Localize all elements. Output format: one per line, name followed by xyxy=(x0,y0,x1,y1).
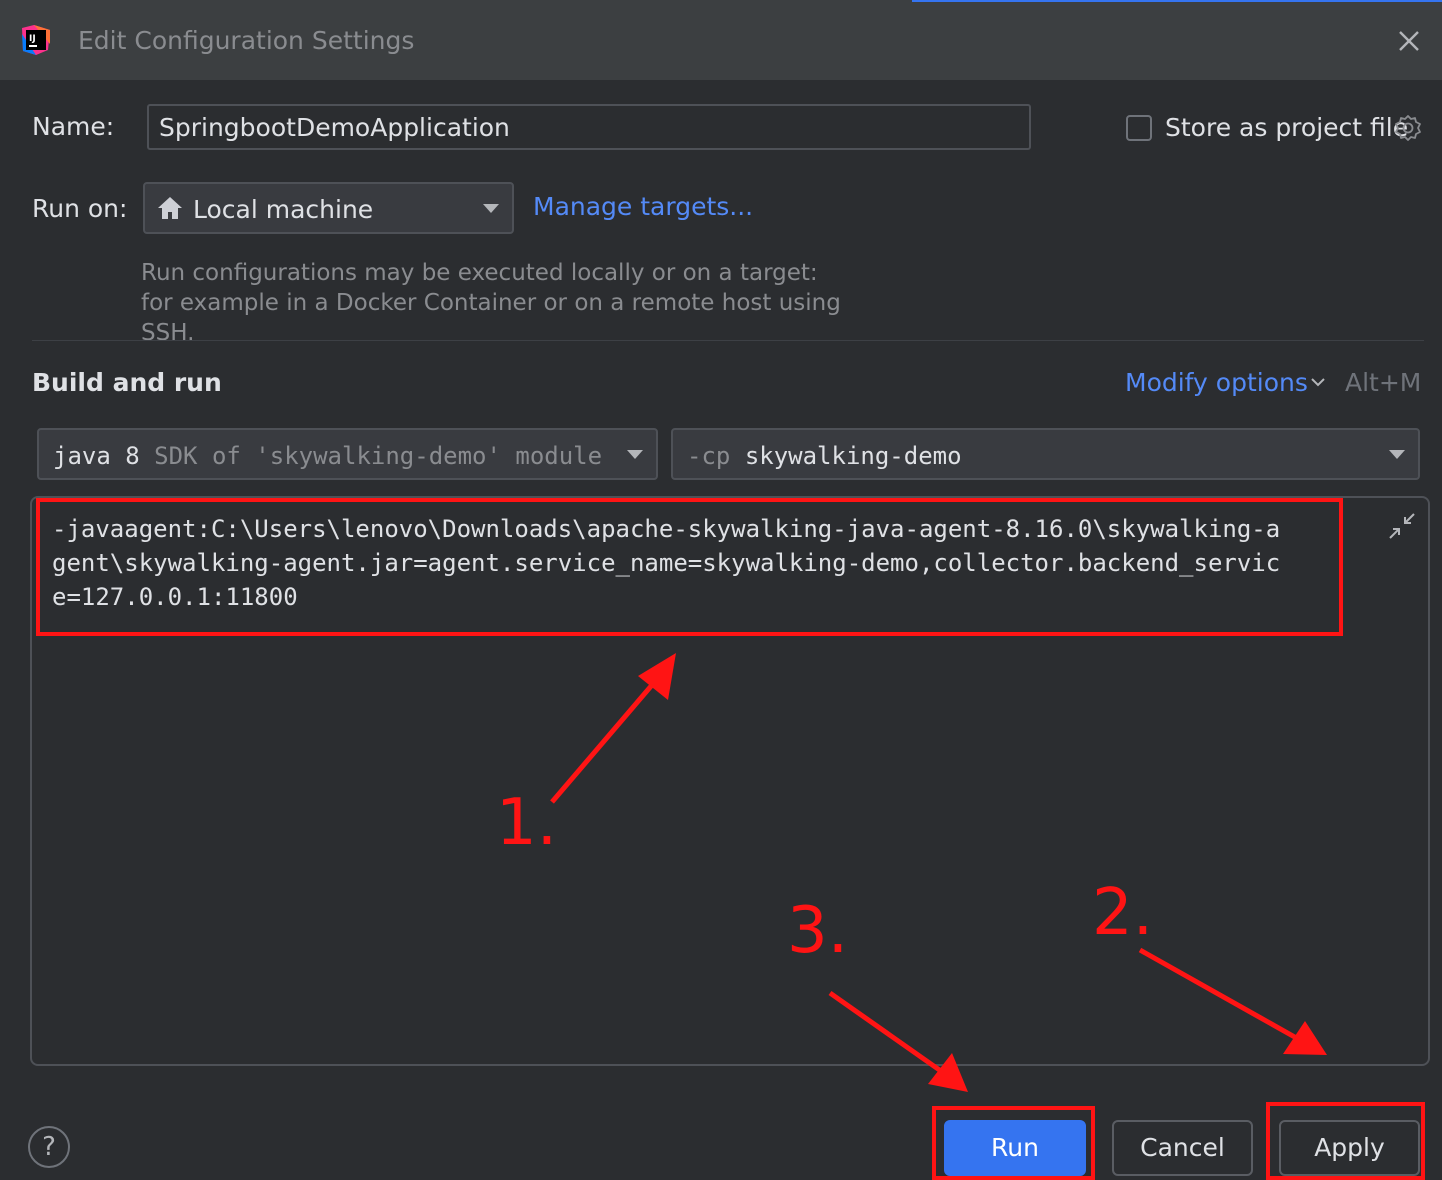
annotation-step-1: 1. xyxy=(496,786,558,860)
manage-targets-link[interactable]: Manage targets... xyxy=(533,192,753,221)
window-title: Edit Configuration Settings xyxy=(78,26,415,55)
classpath-module-select[interactable]: -cp skywalking-demo xyxy=(671,428,1420,480)
gear-icon[interactable] xyxy=(1394,114,1422,142)
annotation-step-2: 2. xyxy=(1092,876,1154,950)
vm-options-text[interactable]: -javaagent:C:\Users\lenovo\Downloads\apa… xyxy=(52,512,1292,614)
store-as-project-file-checkbox[interactable] xyxy=(1126,115,1152,141)
name-label: Name: xyxy=(32,112,115,141)
divider xyxy=(32,340,1424,341)
chevron-down-icon xyxy=(483,204,499,213)
annotation-step-3: 3. xyxy=(787,894,849,968)
modify-options-link[interactable]: Modify options xyxy=(1125,368,1308,397)
run-on-select[interactable]: Local machine xyxy=(143,182,514,234)
chevron-down-icon[interactable] xyxy=(1310,376,1326,388)
apply-button[interactable]: Apply xyxy=(1279,1120,1420,1176)
title-bar-accent-line xyxy=(912,0,1442,2)
classpath-module-value: skywalking-demo xyxy=(744,442,962,470)
name-input[interactable] xyxy=(147,104,1031,150)
chevron-down-icon xyxy=(627,450,643,459)
classpath-prefix: -cp xyxy=(687,442,731,470)
run-on-label: Run on: xyxy=(32,194,128,223)
home-icon xyxy=(158,197,182,219)
jre-select-value: java 8 xyxy=(53,442,140,470)
help-button[interactable]: ? xyxy=(28,1126,70,1168)
collapse-icon[interactable] xyxy=(1388,512,1416,540)
title-bar: IJ Edit Configuration Settings xyxy=(0,0,1442,80)
jre-select-hint: SDK of 'skywalking-demo' module xyxy=(154,442,603,470)
chevron-down-icon xyxy=(1389,450,1405,459)
svg-text:IJ: IJ xyxy=(29,34,36,44)
run-on-help-text: Run configurations may be executed local… xyxy=(141,260,841,346)
jre-select[interactable]: java 8 SDK of 'skywalking-demo' module xyxy=(37,428,658,480)
modify-options-shortcut: Alt+M xyxy=(1345,368,1422,397)
store-as-project-file-label[interactable]: Store as project file xyxy=(1165,113,1408,142)
section-title: Build and run xyxy=(32,368,222,397)
close-icon[interactable] xyxy=(1396,28,1422,54)
intellij-logo-icon: IJ xyxy=(22,25,50,55)
run-button[interactable]: Run xyxy=(944,1120,1086,1176)
run-on-value: Local machine xyxy=(193,195,374,224)
cancel-button[interactable]: Cancel xyxy=(1112,1120,1253,1176)
vm-options-textarea[interactable]: -javaagent:C:\Users\lenovo\Downloads\apa… xyxy=(30,496,1430,1066)
